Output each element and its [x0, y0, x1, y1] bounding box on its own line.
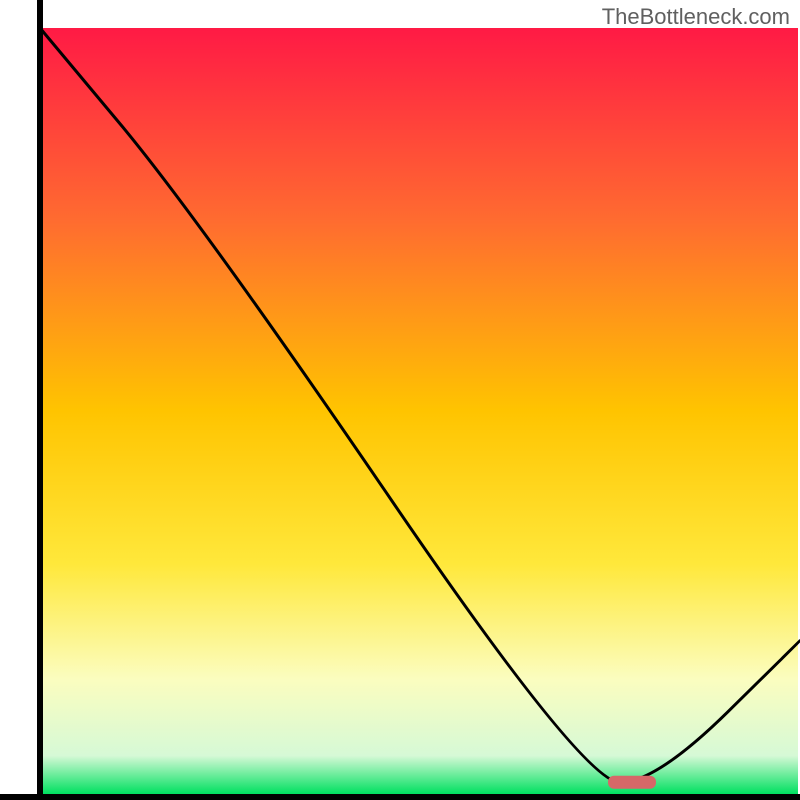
chart-svg — [0, 0, 800, 800]
watermark-text: TheBottleneck.com — [602, 4, 790, 30]
bottleneck-chart: TheBottleneck.com — [0, 0, 800, 800]
gradient-background — [40, 28, 798, 794]
optimal-marker — [608, 776, 656, 789]
